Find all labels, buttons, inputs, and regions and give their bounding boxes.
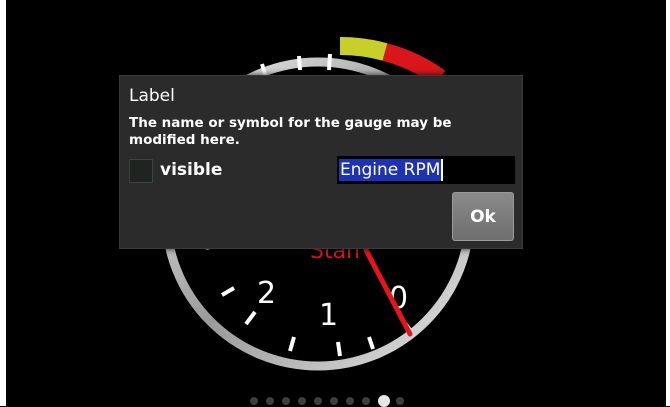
- page-dot[interactable]: [396, 397, 404, 405]
- text-caret: [441, 159, 444, 181]
- page-dot[interactable]: [266, 397, 274, 405]
- page-dot[interactable]: [298, 397, 306, 405]
- gauge-screen: 2 1 0 Stan Label The name or symbol for …: [0, 0, 670, 407]
- page-dot[interactable]: [314, 397, 322, 405]
- page-dot[interactable]: [282, 397, 290, 405]
- page-indicator: [250, 394, 430, 407]
- dialog-title: Label: [129, 86, 175, 106]
- ok-button[interactable]: Ok: [452, 192, 514, 241]
- gauge-warning-arc: [339, 36, 388, 61]
- visible-checkbox[interactable]: [129, 159, 153, 183]
- gauge-tick-label-1: 1: [319, 298, 338, 333]
- page-dot[interactable]: [362, 397, 370, 405]
- dialog-message: The name or symbol for the gauge may be …: [129, 115, 452, 148]
- label-dialog: Label The name or symbol for the gauge m…: [119, 75, 523, 249]
- gauge-tick-label-2: 2: [257, 276, 276, 311]
- page-dot[interactable]: [330, 397, 338, 405]
- label-input-selected-text[interactable]: Engine RPM: [339, 159, 444, 181]
- page-dot[interactable]: [250, 397, 258, 405]
- visible-checkbox-label[interactable]: visible: [160, 160, 222, 180]
- page-dot[interactable]: [378, 395, 390, 407]
- page-dot[interactable]: [346, 397, 354, 405]
